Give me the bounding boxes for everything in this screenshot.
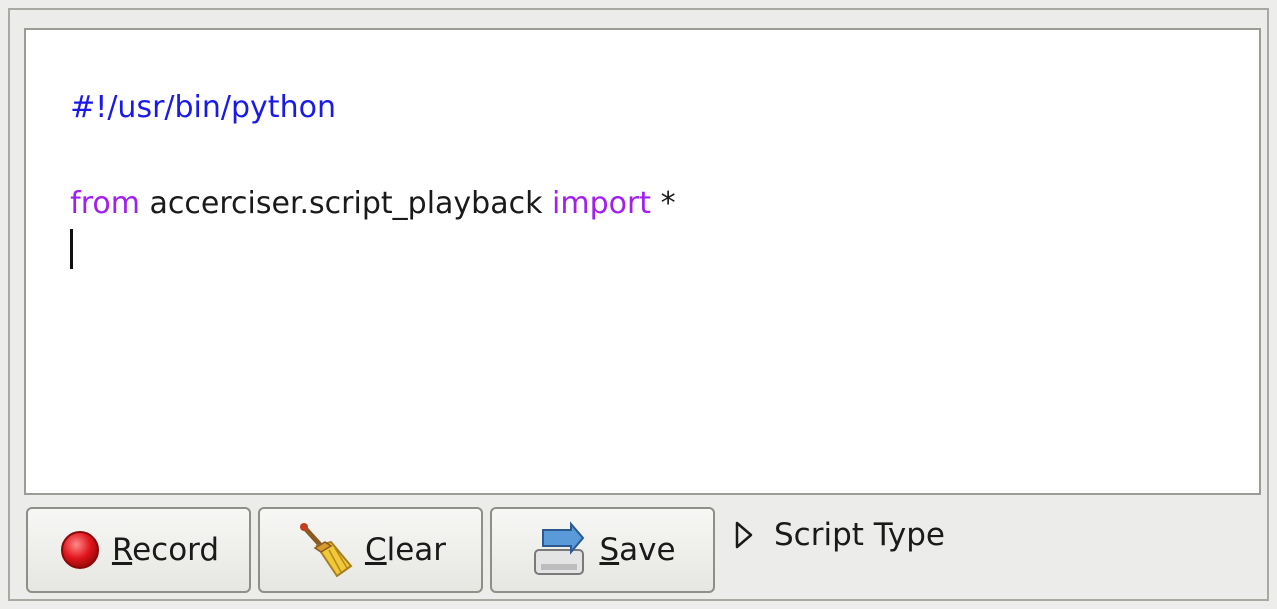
triangle-right-icon [734,519,754,551]
clear-label: Clear [364,532,447,568]
script-type-label: Script Type [774,517,945,553]
script-type-expander[interactable]: Script Type [734,517,945,553]
script-toolbar: Record Clear Save Script Type [26,507,1259,593]
record-button[interactable]: Record [26,507,251,593]
save-label: Save [599,532,676,568]
module-name: accerciser.script_playback [139,186,553,221]
save-button[interactable]: Save [490,507,715,593]
editor-line-shebang: #!/usr/bin/python [32,36,1259,125]
script-editor[interactable]: #!/usr/bin/python from accerciser.script… [24,28,1261,495]
import-star: * [651,186,676,221]
editor-line-import: from accerciser.script_playback import * [32,132,1259,221]
broom-icon [295,520,355,580]
text-caret [70,229,74,269]
save-icon [529,520,589,580]
shebang-text: #!/usr/bin/python [70,90,336,125]
record-label: Record [111,532,220,568]
clear-button[interactable]: Clear [258,507,483,593]
keyword-from: from [70,186,140,221]
keyword-import: import [552,186,652,221]
record-icon [58,528,102,572]
